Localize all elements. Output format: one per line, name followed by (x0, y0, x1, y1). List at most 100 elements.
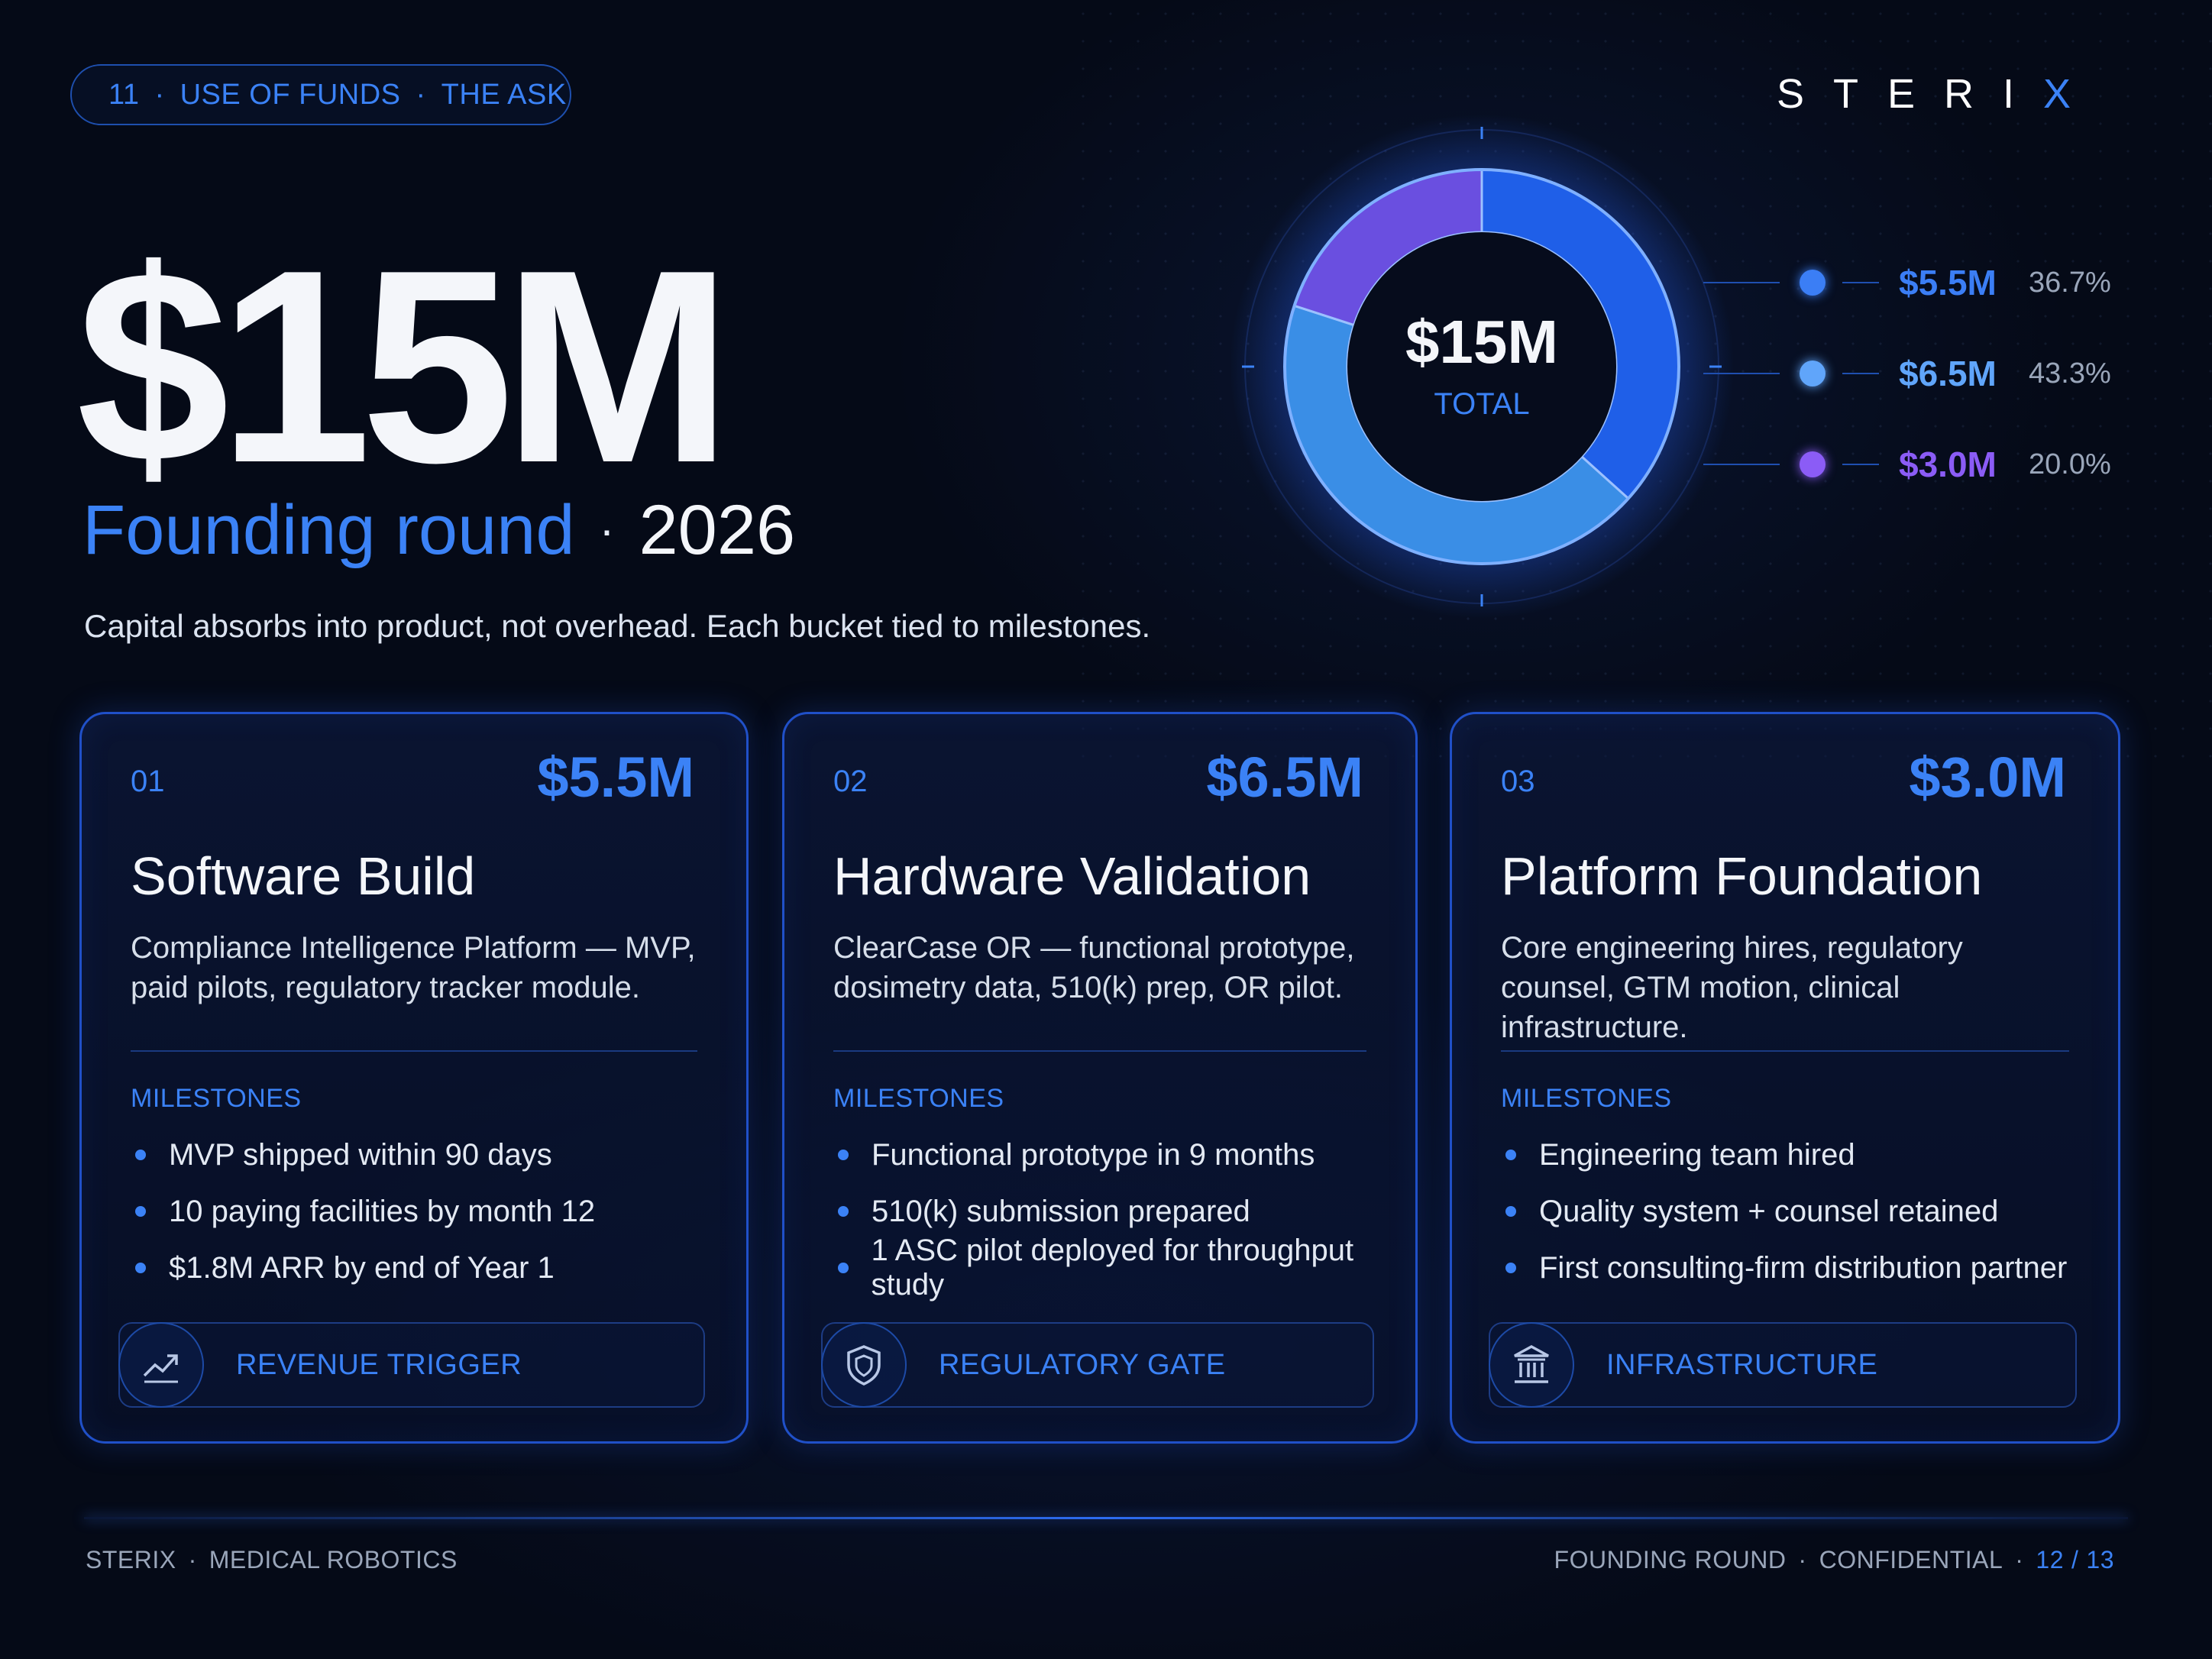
brand-logo-text: STERI (1777, 71, 2044, 117)
slide-number: 11 (108, 78, 140, 111)
milestone-text: Functional prototype in 9 months (872, 1137, 1315, 1172)
legend-percent: 36.7% (2029, 266, 2111, 299)
section-pill: 11 · USE OF FUNDS · THE ASK (70, 64, 571, 125)
fund-card-02: 02 $6.5M Hardware Validation ClearCase O… (782, 712, 1418, 1444)
card-footer-label: REVENUE TRIGGER (236, 1348, 522, 1381)
card-number: 01 (131, 765, 165, 798)
hero-subtitle: Founding round · 2026 (82, 495, 795, 565)
bullet-icon (838, 1150, 849, 1160)
legend-percent: 43.3% (2029, 357, 2111, 390)
milestone-item: Engineering team hired (1501, 1127, 2067, 1183)
milestone-item: MVP shipped within 90 days (131, 1127, 595, 1183)
milestone-item: 510(k) submission prepared (833, 1183, 1415, 1240)
fund-card-01: 01 $5.5M Software Build Compliance Intel… (79, 712, 749, 1444)
donut-center-label: TOTAL (1434, 387, 1529, 421)
legend-connector-short (1842, 282, 1879, 283)
trending-up-icon (118, 1322, 204, 1408)
milestone-text: 10 paying facilities by month 12 (169, 1194, 596, 1228)
legend-value: $6.5M (1899, 354, 1997, 393)
card-amount: $5.5M (537, 745, 694, 809)
brand-logo-x: X (2043, 71, 2100, 117)
page-separator: / (2071, 1546, 2079, 1573)
legend-item: $3.0M 20.0% (1703, 441, 2111, 487)
card-footer-tag: REGULATORY GATE (821, 1322, 1374, 1408)
milestone-text: 1 ASC pilot deployed for throughput stud… (871, 1234, 1354, 1302)
card-footer-label: INFRASTRUCTURE (1606, 1348, 1878, 1381)
tagline: Capital absorbs into product, not overhe… (84, 608, 1151, 644)
footer-divider (84, 1517, 2128, 1519)
card-title: Software Build (131, 846, 476, 906)
footer-round: FOUNDING ROUND (1554, 1546, 1787, 1573)
footer-separator-3: · (2015, 1546, 2024, 1573)
milestone-item: Functional prototype in 9 months (833, 1127, 1415, 1183)
legend-percent: 20.0% (2029, 448, 2111, 480)
milestone-text: Quality system + counsel retained (1539, 1194, 1999, 1228)
footer-separator: · (188, 1546, 197, 1573)
page-total: 13 (2086, 1546, 2114, 1573)
milestone-item: 10 paying facilities by month 12 (131, 1183, 595, 1240)
card-description: Core engineering hires, regulatory couns… (1501, 931, 1963, 1044)
card-title: Platform Foundation (1501, 846, 1983, 906)
donut-center-value: $15M (1405, 308, 1558, 376)
card-description: Compliance Intelligence Platform — MVP, … (131, 931, 696, 1004)
bullet-icon (1505, 1263, 1516, 1273)
card-divider (833, 1050, 1366, 1052)
legend-connector (1703, 464, 1780, 465)
milestone-item: Quality system + counsel retained (1501, 1183, 2067, 1240)
bullet-icon (838, 1206, 849, 1217)
legend-swatch (1800, 451, 1826, 477)
round-year: 2026 (639, 491, 796, 569)
bullet-icon (1505, 1206, 1516, 1217)
pill-separator: · (154, 78, 165, 111)
page-current: 12 (2036, 1546, 2065, 1573)
bullet-icon (135, 1206, 146, 1217)
card-divider (1501, 1050, 2069, 1052)
bullet-icon (1505, 1150, 1516, 1160)
legend-value: $3.0M (1899, 445, 1997, 484)
legend-connector (1703, 373, 1780, 374)
milestone-item: $1.8M ARR by end of Year 1 (131, 1240, 595, 1296)
card-number: 03 (1501, 765, 1535, 798)
milestones-list: Engineering team hired Quality system + c… (1501, 1127, 2067, 1296)
milestones-label: MILESTONES (131, 1084, 302, 1113)
milestones-list: Functional prototype in 9 months 510(k) s… (833, 1127, 1415, 1302)
shield-icon (821, 1322, 907, 1408)
card-number: 02 (833, 765, 868, 798)
hero-amount: $15M (76, 213, 732, 520)
bullet-icon (838, 1263, 849, 1273)
card-title: Hardware Validation (833, 846, 1311, 906)
footer-right: FOUNDING ROUND · CONFIDENTIAL · 12/ 13 (1554, 1546, 2114, 1574)
milestone-text: $1.8M ARR by end of Year 1 (169, 1250, 555, 1285)
milestone-text: 510(k) submission prepared (872, 1194, 1250, 1228)
legend-item: $5.5M 36.7% (1703, 260, 2111, 306)
milestone-text: MVP shipped within 90 days (169, 1137, 552, 1172)
milestones-label: MILESTONES (833, 1084, 1004, 1113)
milestone-item: 1 ASC pilot deployed for throughput stud… (833, 1234, 1415, 1302)
card-footer-tag: REVENUE TRIGGER (118, 1322, 705, 1408)
card-footer-tag: INFRASTRUCTURE (1489, 1322, 2077, 1408)
legend-connector-short (1842, 373, 1879, 374)
subsection-label: THE ASK (441, 78, 567, 111)
milestone-text: Engineering team hired (1539, 1137, 1855, 1172)
legend-connector (1703, 282, 1780, 283)
card-description: ClearCase OR — functional prototype, dos… (833, 931, 1355, 1004)
brand-logo: STERIX (1777, 70, 2128, 117)
bullet-icon (135, 1150, 146, 1160)
bank-building-icon (1489, 1322, 1574, 1408)
card-amount: $6.5M (1206, 745, 1363, 809)
allocation-donut-chart: $15M TOTAL (1230, 115, 1734, 619)
milestone-text: First consulting-firm distribution partn… (1539, 1250, 2068, 1285)
legend-swatch (1800, 270, 1826, 296)
card-amount: $3.0M (1909, 745, 2066, 809)
footer-left: STERIX · MEDICAL ROBOTICS (86, 1546, 458, 1574)
milestone-item: First consulting-firm distribution partn… (1501, 1240, 2067, 1296)
card-footer-label: REGULATORY GATE (939, 1348, 1226, 1381)
round-label: Founding round (82, 491, 575, 569)
subtitle-separator: · (599, 504, 615, 555)
footer-company: STERIX (86, 1546, 176, 1573)
legend-item: $6.5M 43.3% (1703, 351, 2111, 396)
fund-card-03: 03 $3.0M Platform Foundation Core engine… (1450, 712, 2120, 1444)
legend-connector-short (1842, 464, 1879, 465)
legend-swatch (1800, 361, 1826, 386)
footer-separator-2: · (1798, 1546, 1807, 1573)
